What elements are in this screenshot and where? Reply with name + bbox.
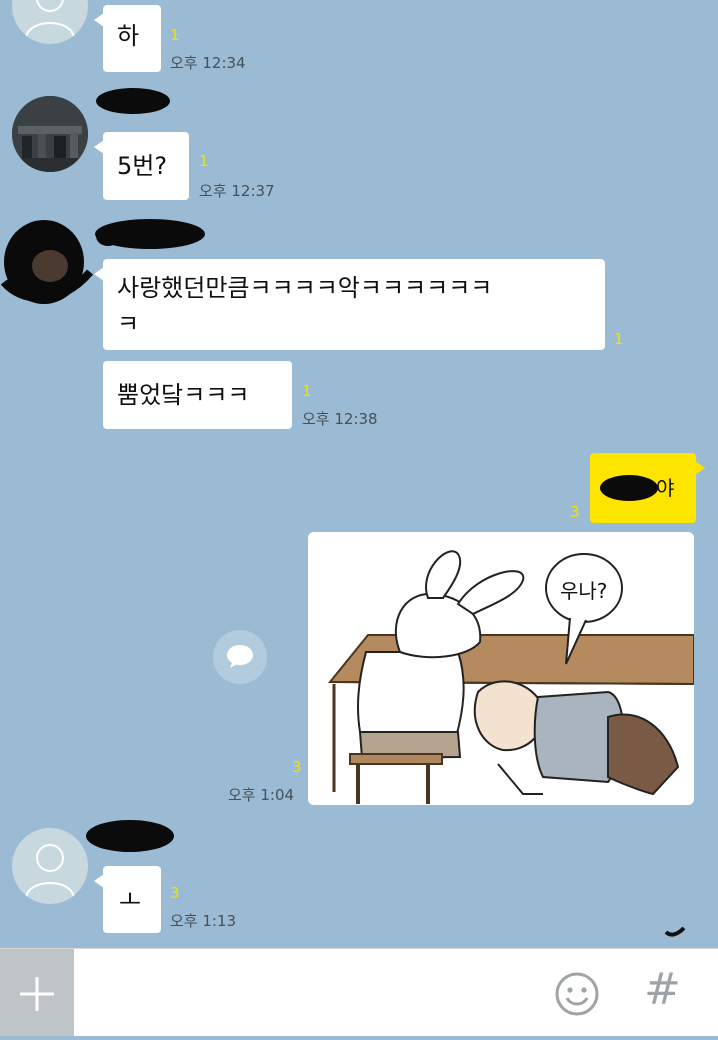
comic-image <box>308 532 694 805</box>
message-time: 오후 1:13 <box>170 912 237 930</box>
unread-count: 3 <box>170 884 180 902</box>
scroll-down-mark <box>664 926 686 937</box>
unread-count: 3 <box>570 503 580 521</box>
message-bubble[interactable]: 하 <box>94 5 161 72</box>
unread-count: 3 <box>292 758 302 776</box>
profile-photo <box>12 96 88 172</box>
emoticon-button[interactable] <box>553 970 601 1022</box>
unread-count: 1 <box>614 330 624 348</box>
message-text-line2: ㅋ <box>117 310 140 338</box>
redacted-name <box>95 219 205 249</box>
unread-count: 1 <box>199 152 209 170</box>
share-icon <box>227 645 253 668</box>
message-bubble[interactable]: 5번? <box>94 132 189 200</box>
share-button[interactable] <box>213 630 267 684</box>
default-profile-icon <box>25 844 75 899</box>
profile-avatar[interactable] <box>12 0 88 44</box>
redacted-avatar <box>0 220 94 304</box>
profile-avatar[interactable] <box>12 828 88 904</box>
profile-avatar[interactable] <box>12 96 88 172</box>
message-text: 사랑했던만큼ㅋㅋㅋㅋ악ㅋㅋㅋㅋㅋㅋ <box>117 274 493 302</box>
hashtag-button[interactable]: # <box>644 968 681 1012</box>
message-time: 오후 12:38 <box>302 410 378 428</box>
image-message[interactable]: 우나? <box>308 532 694 805</box>
chat-room: 하 1 오후 12:34 5번? 1 오후 12:37 사랑했던만큼ㅋㅋㅋㅋ악ㅋ… <box>0 0 718 948</box>
message-text: 5번? <box>117 152 168 180</box>
message-input[interactable] <box>80 957 544 1029</box>
plus-icon <box>20 977 54 1011</box>
message-bubble[interactable]: ㅗ <box>94 866 161 933</box>
message-time: 오후 12:34 <box>170 54 246 72</box>
message-text: 뿜었닼ㅋㅋㅋ <box>117 381 250 409</box>
message-composer <box>0 948 718 1036</box>
message-time: 오후 1:04 <box>228 786 295 804</box>
redacted-name <box>86 820 174 852</box>
message-text: ㅗ <box>119 886 142 914</box>
message-bubble[interactable]: 뿜었닼ㅋㅋㅋ <box>103 361 292 429</box>
message-time: 오후 12:37 <box>199 182 275 200</box>
default-profile-icon <box>25 0 75 39</box>
message-bubble[interactable]: 사랑했던만큼ㅋㅋㅋㅋ악ㅋㅋㅋㅋㅋㅋ ㅋ <box>94 259 605 350</box>
attach-button[interactable] <box>0 949 74 1036</box>
message-text: 야 <box>656 476 675 500</box>
redacted-text <box>600 475 658 501</box>
speech-caption: 우나? <box>560 579 608 603</box>
redacted-name <box>96 88 170 114</box>
emoticon-icon <box>555 972 599 1016</box>
unread-count: 1 <box>170 26 180 44</box>
unread-count: 1 <box>302 382 312 400</box>
my-message-bubble[interactable]: 야 <box>590 453 705 523</box>
message-text: 하 <box>117 22 140 50</box>
